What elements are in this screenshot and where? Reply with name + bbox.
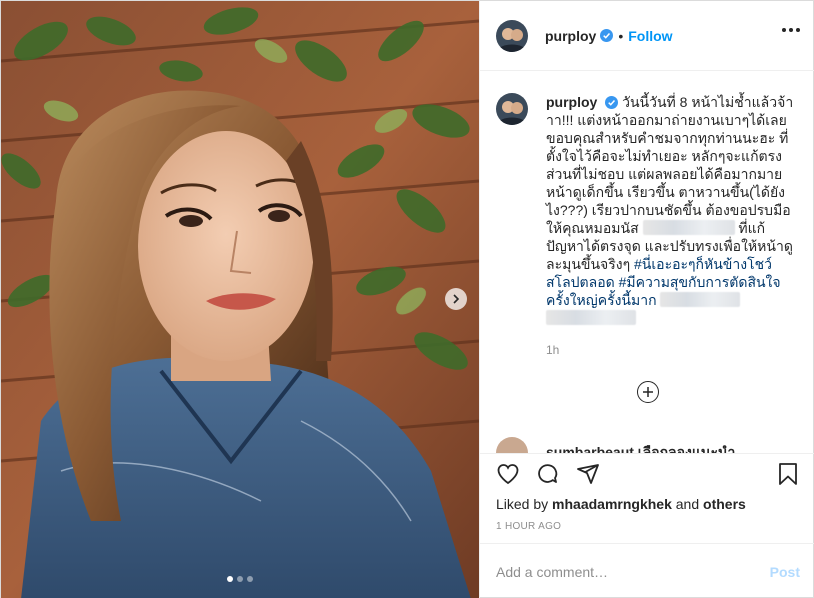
caption-username[interactable]: purploy (546, 94, 597, 110)
header-separator: • (618, 27, 624, 44)
verified-icon (605, 96, 619, 109)
liked-by-prefix: Liked by (496, 496, 549, 512)
carousel-dot (247, 576, 253, 582)
liked-by-and: and (675, 496, 700, 512)
share-icon[interactable] (576, 462, 600, 486)
avatar[interactable] (496, 93, 528, 125)
caption-text: purploy วันนี้วันที่ 8 หน้าไม่ช้ำแล้วจ้า… (546, 93, 802, 327)
more-icon (796, 28, 800, 32)
post-timestamp[interactable]: 1 HOUR AGO (496, 521, 561, 532)
carousel-dots (227, 576, 253, 582)
blurred-tag (546, 310, 636, 325)
avatar[interactable] (496, 437, 528, 453)
load-more-comments-button[interactable] (637, 381, 659, 403)
header-username[interactable]: purploy (545, 28, 596, 44)
chevron-right-icon (453, 294, 460, 304)
comment-icon[interactable] (536, 462, 560, 486)
liked-by-others[interactable]: others (703, 496, 746, 512)
follow-button[interactable]: Follow (628, 28, 672, 44)
carousel-dot (227, 576, 233, 582)
heart-icon[interactable] (496, 462, 520, 486)
plus-circle-icon (643, 387, 653, 397)
post-modal: purploy • Follow purploy วันนี้วันที่ 8 … (0, 0, 814, 598)
action-bar: Liked by mhaadamrngkhek and others 1 HOU… (480, 453, 814, 543)
liked-by: Liked by mhaadamrngkhek and others (496, 496, 746, 512)
comment-row: sumbarbeaut เลือกลองแนะนำ (496, 437, 735, 453)
more-icon (789, 28, 793, 32)
comment-text: sumbarbeaut เลือกลองแนะนำ (546, 444, 736, 453)
caption-body-1: วันนี้วันที่ 8 หน้าไม่ช้ำแล้วจ้าาา!!! แต… (546, 94, 794, 236)
blurred-mention (642, 220, 735, 235)
post-comment-button[interactable]: Post (770, 564, 800, 580)
action-icons (496, 462, 600, 486)
liked-by-user[interactable]: mhaadamrngkhek (552, 496, 672, 512)
comment-input[interactable] (496, 563, 770, 580)
post-header: purploy • Follow (480, 1, 814, 71)
add-comment-bar: Post (480, 543, 814, 598)
avatar[interactable] (496, 19, 528, 52)
more-options-button[interactable] (782, 28, 800, 32)
carousel-dot (237, 576, 243, 582)
avatar-image (496, 19, 528, 52)
avatar-image (496, 93, 528, 125)
comments-section: purploy วันนี้วันที่ 8 หน้าไม่ช้ำแล้วจ้า… (480, 71, 814, 453)
bookmark-icon[interactable] (776, 462, 800, 486)
post-sidebar: purploy • Follow purploy วันนี้วันที่ 8 … (479, 1, 814, 598)
next-slide-button[interactable] (445, 288, 467, 310)
verified-icon (600, 29, 614, 42)
caption-time[interactable]: 1h (546, 343, 559, 357)
more-icon (782, 28, 786, 32)
post-photo[interactable] (1, 1, 479, 598)
blurred-tag (660, 292, 741, 307)
photo-illustration (1, 1, 479, 598)
